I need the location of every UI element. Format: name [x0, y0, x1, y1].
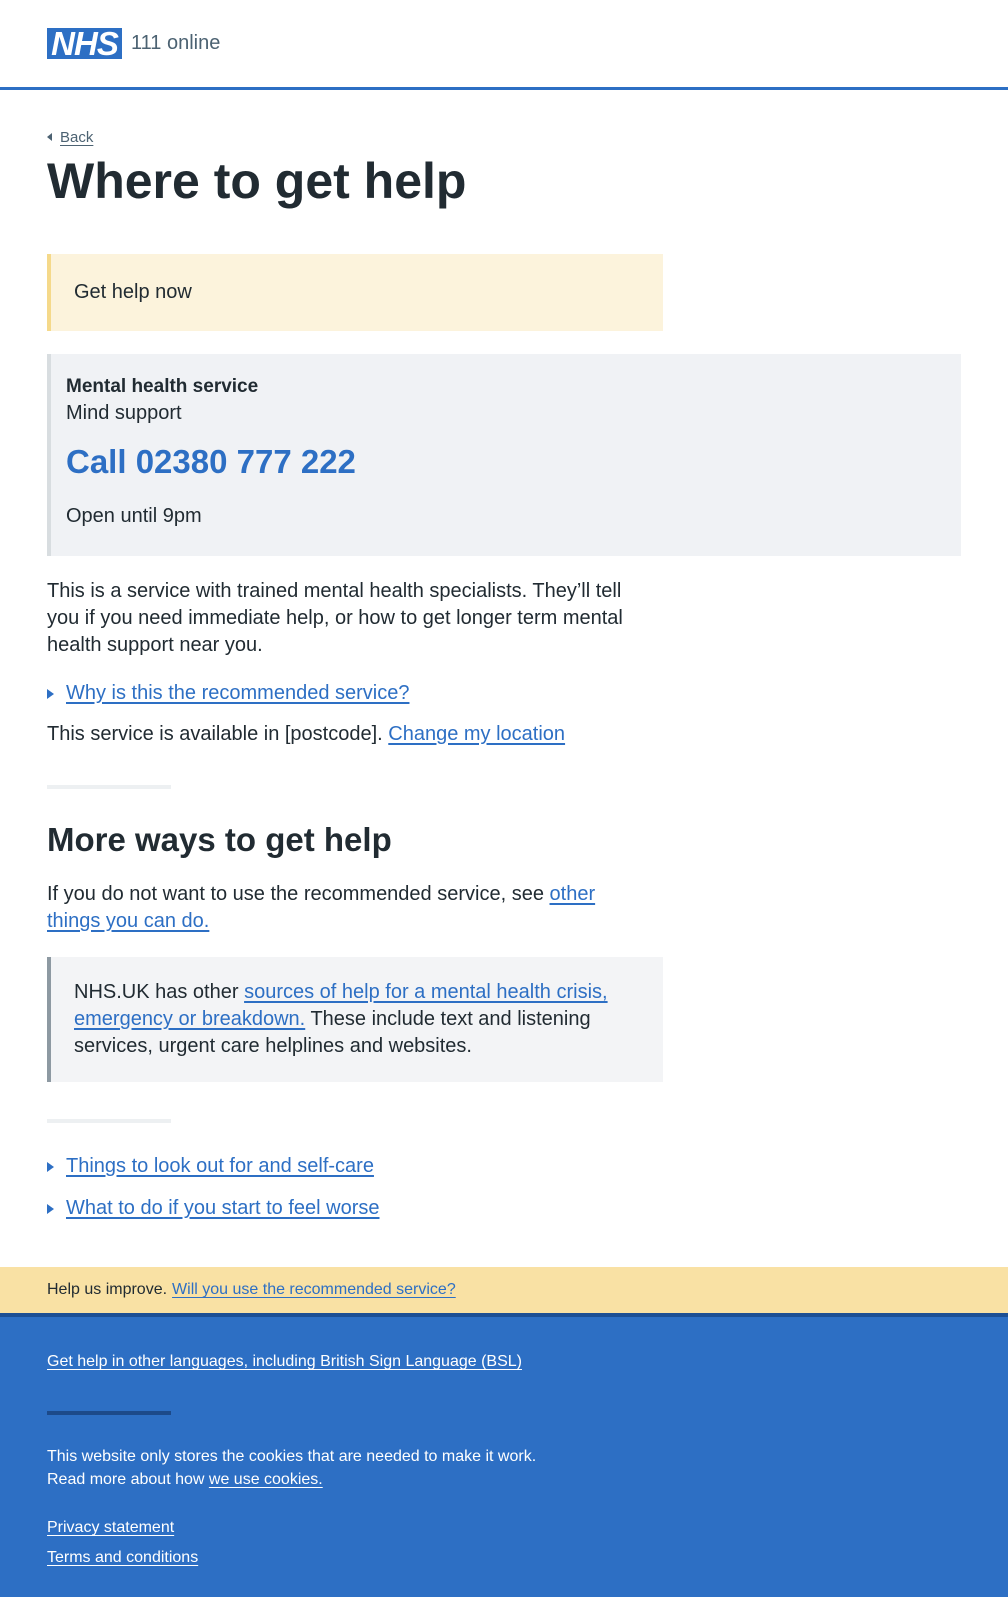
chevron-left-icon	[47, 133, 52, 141]
terms-link[interactable]: Terms and conditions	[47, 1543, 961, 1573]
cookies-line-2-text: Read more about how	[47, 1471, 205, 1488]
lookout-link[interactable]: Things to look out for and self-care	[66, 1153, 374, 1180]
recommended-service-card: Mental health service Mind support Call …	[47, 354, 961, 556]
why-recommended-link[interactable]: Why is this the recommended service?	[66, 680, 409, 707]
feel-worse-link[interactable]: What to do if you start to feel worse	[66, 1195, 379, 1222]
back-link-container: Back	[47, 127, 961, 147]
site-footer: Get help in other languages, including B…	[0, 1313, 1008, 1597]
nhs-logo[interactable]: NHS	[47, 28, 122, 59]
more-ways-heading: More ways to get help	[47, 821, 392, 858]
call-phone-link[interactable]: Call 02380 777 222	[66, 442, 946, 482]
cookies-link[interactable]: we use cookies.	[209, 1471, 323, 1488]
availability-line: This service is available in [postcode].…	[47, 721, 961, 748]
cookies-line-1: This website only stores the cookies tha…	[47, 1448, 537, 1465]
languages-link[interactable]: Get help in other languages, including B…	[47, 1353, 522, 1370]
cookies-notice: This website only stores the cookies tha…	[47, 1445, 961, 1491]
urgency-callout: Get help now	[47, 254, 663, 331]
opening-hours: Open until 9pm	[66, 505, 202, 527]
caret-right-icon	[47, 1161, 54, 1172]
page-title: Where to get help	[47, 153, 467, 209]
privacy-link[interactable]: Privacy statement	[47, 1513, 961, 1543]
feedback-text: Help us improve.	[47, 1281, 168, 1298]
section-divider	[47, 785, 171, 789]
details-lookout[interactable]: Things to look out for and self-care	[47, 1153, 961, 1180]
service-description: This is a service with trained mental he…	[47, 580, 623, 656]
change-location-link[interactable]: Change my location	[388, 723, 565, 745]
section-divider	[47, 1119, 171, 1123]
availability-text: This service is available in [postcode].	[47, 723, 383, 745]
crisis-inset: NHS.UK has other sources of help for a m…	[47, 957, 663, 1082]
service-type: Mental health service	[66, 376, 259, 397]
inset-text-before: NHS.UK has other	[74, 981, 239, 1003]
details-why-recommended[interactable]: Why is this the recommended service?	[47, 680, 961, 707]
feedback-link[interactable]: Will you use the recommended service?	[172, 1281, 456, 1299]
footer-links: Privacy statement Terms and conditions	[47, 1513, 961, 1573]
footer-divider	[47, 1411, 171, 1415]
more-ways-intro: If you do not want to use the recommende…	[47, 883, 544, 905]
more-ways-text: If you do not want to use the recommende…	[47, 881, 647, 935]
service-name: 111 online	[131, 32, 221, 54]
site-header: NHS 111 online	[0, 0, 1008, 90]
urgency-text: Get help now	[74, 281, 192, 303]
caret-right-icon	[47, 1203, 54, 1214]
details-feel-worse[interactable]: What to do if you start to feel worse	[47, 1195, 961, 1222]
feedback-banner: Help us improve. Will you use the recomm…	[0, 1267, 1008, 1313]
cookies-line-2: Read more about how we use cookies.	[47, 1468, 961, 1491]
back-link[interactable]: Back	[60, 129, 93, 146]
service-provider-name: Mind support	[66, 402, 182, 424]
main-content: Back Where to get help Get help now Ment…	[0, 127, 1008, 1222]
caret-right-icon	[47, 688, 54, 699]
